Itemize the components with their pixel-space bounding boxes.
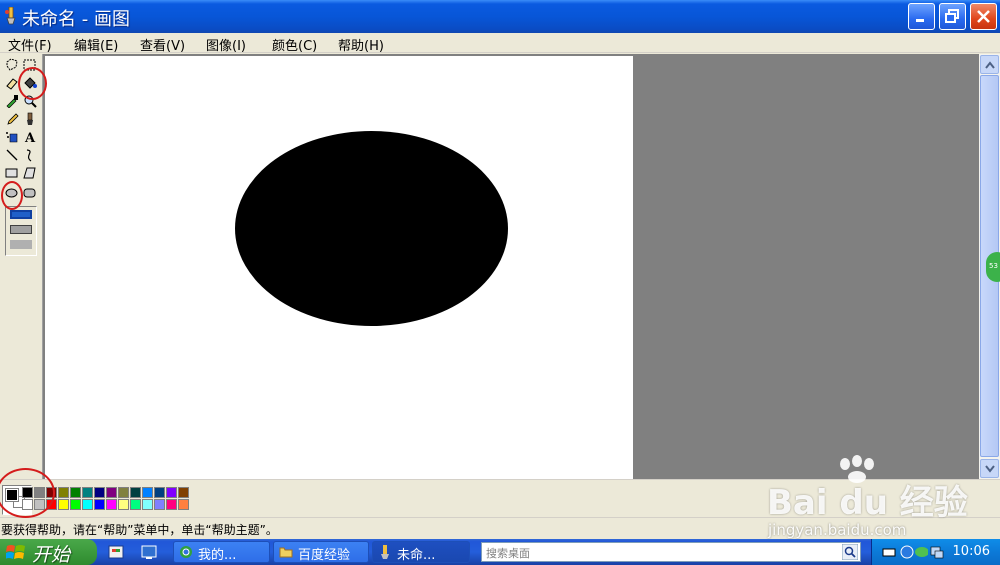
menu-bar: 文件(F) 编辑(E) 查看(V) 图像(I) 颜色(C) 帮助(H) <box>0 33 1000 54</box>
palette-swatch[interactable] <box>46 487 57 498</box>
text-tool[interactable]: A <box>21 128 39 146</box>
rounded-rectangle-tool[interactable] <box>21 184 39 202</box>
menu-view[interactable]: 查看(V) <box>140 35 185 54</box>
palette-swatch[interactable] <box>106 499 117 510</box>
palette-swatch[interactable] <box>118 499 129 510</box>
status-bar: 要获得帮助，请在“帮助”菜单中，单击“帮助主题”。 <box>0 517 1000 539</box>
rectangle-tool[interactable] <box>3 164 21 182</box>
taskbar: 开始 我的... 百度经验 未命... 搜索桌面 10:06 <box>0 539 1000 565</box>
palette-swatch[interactable] <box>46 499 57 510</box>
menu-image[interactable]: 图像(I) <box>206 35 246 54</box>
desktop-search-input[interactable]: 搜索桌面 <box>481 542 861 562</box>
task-button-paint[interactable]: 未命... <box>372 541 470 563</box>
tool-options-panel <box>5 206 37 256</box>
palette-swatch[interactable] <box>130 499 141 510</box>
ellipse-tool[interactable] <box>3 184 21 202</box>
palette-swatch[interactable] <box>34 487 45 498</box>
palette-swatch[interactable] <box>106 487 117 498</box>
keyboard-icon[interactable] <box>882 545 896 559</box>
window-title: 未命名 - 画图 <box>22 9 130 30</box>
tool-box: A <box>0 54 43 479</box>
palette-swatch[interactable] <box>58 487 69 498</box>
polygon-tool[interactable] <box>21 164 39 182</box>
palette-swatch[interactable] <box>70 499 81 510</box>
palette-swatch[interactable] <box>154 487 165 498</box>
palette-swatch[interactable] <box>178 499 189 510</box>
pencil-tool[interactable] <box>3 110 21 128</box>
line-tool[interactable] <box>3 146 21 164</box>
magnifier-tool[interactable] <box>21 92 39 110</box>
windows-logo-icon <box>6 545 25 559</box>
network-icon[interactable] <box>930 545 944 559</box>
drawing-canvas[interactable] <box>45 56 633 479</box>
palette-swatch[interactable] <box>130 487 141 498</box>
palette-swatch[interactable] <box>154 499 165 510</box>
task-label: 我的... <box>198 548 237 563</box>
palette-swatch[interactable] <box>142 499 153 510</box>
palette-swatch[interactable] <box>166 499 177 510</box>
palette-swatch[interactable] <box>94 487 105 498</box>
free-form-select-tool[interactable] <box>3 56 21 74</box>
quicklaunch-windows-icon[interactable] <box>107 543 125 561</box>
fill-option-outline-fill[interactable] <box>10 225 32 234</box>
palette-swatch[interactable] <box>22 499 33 510</box>
task-label: 未命... <box>397 548 436 563</box>
tray-clock: 10:06 <box>952 544 990 559</box>
close-button[interactable] <box>970 3 997 30</box>
palette-swatch[interactable] <box>142 487 153 498</box>
select-tool[interactable] <box>21 56 39 74</box>
start-button[interactable]: 开始 <box>0 539 97 565</box>
palette-swatch[interactable] <box>178 487 189 498</box>
fill-option-fill[interactable] <box>10 240 32 249</box>
palette-swatch[interactable] <box>82 499 93 510</box>
color-palette <box>0 479 1000 517</box>
task-button-my-computer[interactable]: 我的... <box>173 541 270 563</box>
folder-icon <box>279 547 293 558</box>
menu-edit[interactable]: 编辑(E) <box>74 35 118 54</box>
chrome-icon <box>180 546 192 558</box>
quicklaunch-desktop-icon[interactable] <box>140 543 158 561</box>
floating-side-badge[interactable]: 53 <box>986 252 1000 282</box>
scroll-up-button[interactable] <box>980 55 999 74</box>
scroll-down-button[interactable] <box>980 459 999 478</box>
pick-color-tool[interactable] <box>3 92 21 110</box>
title-bar: 未命名 - 画图 <box>0 0 1000 33</box>
search-placeholder: 搜索桌面 <box>486 547 530 560</box>
palette-swatch[interactable] <box>22 487 33 498</box>
palette-swatch[interactable] <box>58 499 69 510</box>
start-label: 开始 <box>32 544 71 565</box>
system-tray: 10:06 <box>871 539 1000 565</box>
canvas-workspace <box>43 54 979 479</box>
brush-tool[interactable] <box>21 110 39 128</box>
task-button-baidu-jingyan[interactable]: 百度经验 <box>273 541 369 563</box>
paint-icon <box>381 545 389 559</box>
foreground-color <box>5 488 19 502</box>
status-text: 要获得帮助，请在“帮助”菜单中，单击“帮助主题”。 <box>1 523 278 537</box>
black-ellipse-shape <box>235 131 508 326</box>
help-icon[interactable] <box>900 545 914 559</box>
palette-swatch[interactable] <box>34 499 45 510</box>
menu-colors[interactable]: 颜色(C) <box>272 35 317 54</box>
minimize-button[interactable] <box>908 3 935 30</box>
chat-icon[interactable] <box>914 545 928 559</box>
curve-tool[interactable] <box>21 146 39 164</box>
search-icon[interactable] <box>842 544 858 560</box>
palette-swatch[interactable] <box>82 487 93 498</box>
palette-swatch[interactable] <box>94 499 105 510</box>
restore-button[interactable] <box>939 3 966 30</box>
menu-file[interactable]: 文件(F) <box>8 35 52 54</box>
palette-swatch[interactable] <box>166 487 177 498</box>
eraser-tool[interactable] <box>3 74 21 92</box>
paint-app-icon[interactable] <box>4 6 18 25</box>
menu-help[interactable]: 帮助(H) <box>338 35 384 54</box>
palette-swatch[interactable] <box>118 487 129 498</box>
fill-option-outline[interactable] <box>10 210 32 219</box>
palette-swatch[interactable] <box>70 487 81 498</box>
task-label: 百度经验 <box>298 548 351 563</box>
airbrush-tool[interactable] <box>3 128 21 146</box>
fill-with-color-tool[interactable] <box>21 74 39 92</box>
svg-text:A: A <box>24 131 36 144</box>
